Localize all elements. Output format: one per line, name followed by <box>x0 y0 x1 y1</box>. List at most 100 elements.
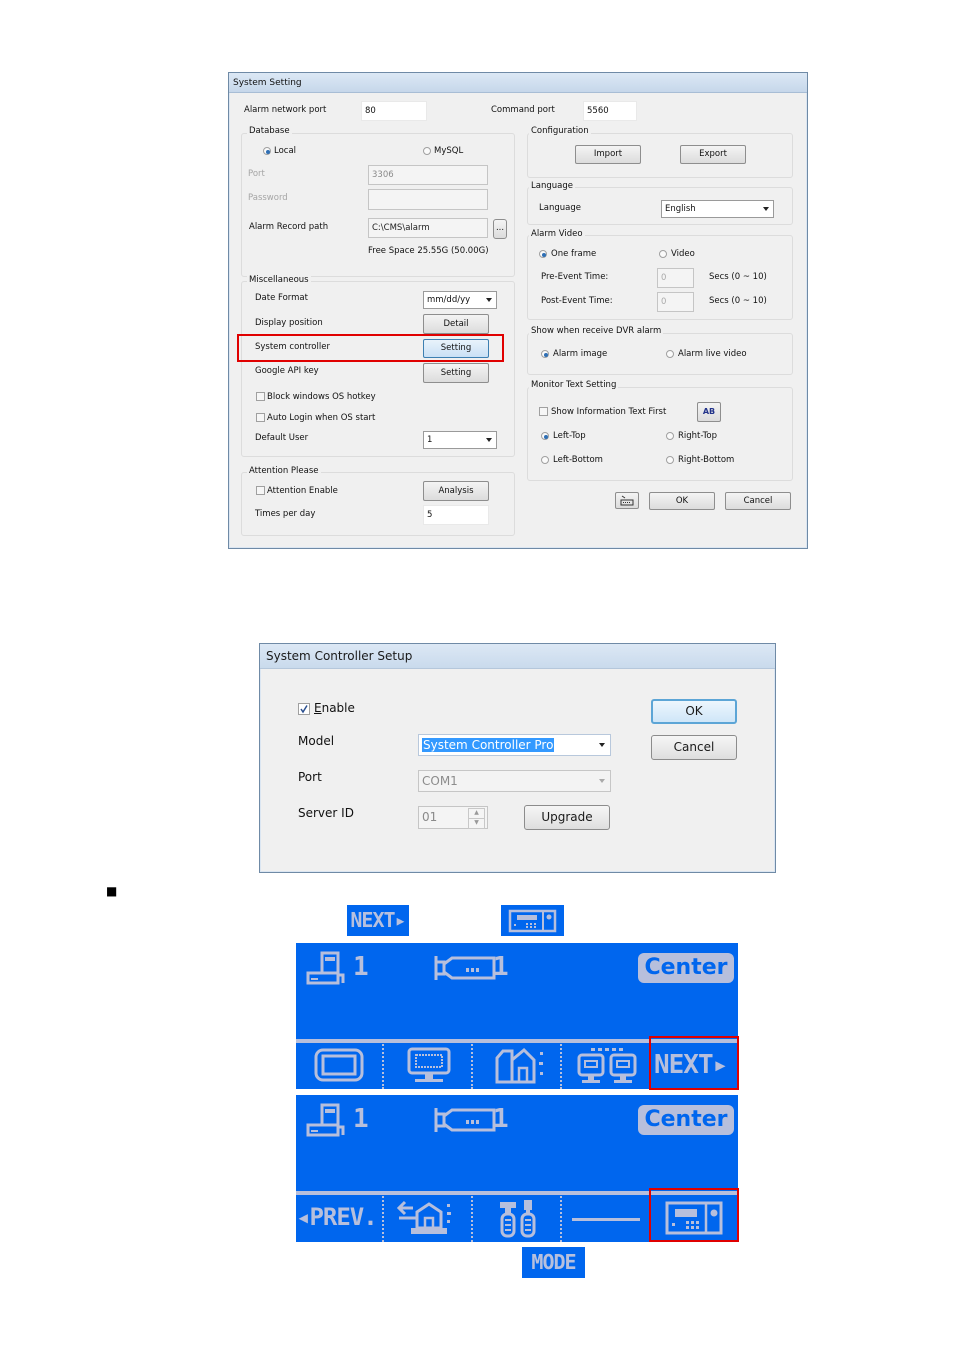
controller-key-badge <box>501 905 564 936</box>
local-radio[interactable] <box>263 147 271 155</box>
block-hotkey-label: Block windows OS hotkey <box>267 392 376 402</box>
server-id-value: 01 <box>422 810 438 824</box>
softkey-separator <box>560 1041 562 1089</box>
export-button[interactable]: Export <box>680 145 746 164</box>
chevron-down-icon <box>599 779 605 783</box>
controller-icon <box>508 909 557 933</box>
times-per-day-input[interactable]: 5 <box>423 505 489 525</box>
checkmark-icon <box>300 705 308 714</box>
left-bottom-radio[interactable] <box>541 456 549 464</box>
dialog-title: System Controller Setup <box>260 644 775 669</box>
times-per-day-label: Times per day <box>255 509 316 519</box>
mysql-radio-label: MySQL <box>434 146 464 156</box>
date-format-select[interactable]: mm/dd/yy <box>423 291 497 309</box>
alarm-image-radio[interactable] <box>541 350 549 358</box>
database-group-title: Database <box>247 126 292 136</box>
enable-checkbox[interactable] <box>298 703 310 715</box>
configuration-group <box>527 133 793 178</box>
port-label: Port <box>298 770 322 784</box>
date-format-label: Date Format <box>255 293 308 303</box>
controller-softkey-highlight <box>649 1188 739 1242</box>
camera-count: 1 <box>493 952 509 982</box>
dialog-title: System Setting <box>229 73 807 93</box>
command-port-input[interactable]: 5560 <box>583 101 637 121</box>
left-top-radio[interactable] <box>541 432 549 440</box>
softkey-prev[interactable]: ◂PREV. <box>296 1205 378 1229</box>
system-controller-label: System controller <box>255 342 330 352</box>
twin-monitors-icon[interactable] <box>577 1046 637 1086</box>
db-password-label: Password <box>248 193 288 203</box>
port-select[interactable]: COM1 <box>418 770 611 792</box>
one-frame-radio[interactable] <box>539 250 547 258</box>
dvr-count: 1 <box>353 1104 369 1134</box>
google-api-key-setting-button[interactable]: Setting <box>423 363 489 383</box>
next-key-badge: NEXT▸ <box>347 905 409 936</box>
chevron-down-icon <box>599 743 605 747</box>
server-id-spinner[interactable]: 01 ▲ ▼ <box>418 806 488 829</box>
miscellaneous-group-title: Miscellaneous <box>247 275 311 285</box>
local-radio-label: Local <box>274 146 297 156</box>
db-password-input[interactable] <box>368 189 488 210</box>
import-button[interactable]: Import <box>575 145 641 164</box>
model-select[interactable]: System Controller Pro <box>418 734 611 756</box>
center-tag: Center <box>638 1105 734 1135</box>
ok-button[interactable]: OK <box>649 492 715 510</box>
video-label: Video <box>671 249 695 259</box>
post-event-unit: Secs (0 ~ 10) <box>709 296 767 306</box>
keyboard-button[interactable] <box>615 492 639 509</box>
monitor-text-group-title: Monitor Text Setting <box>529 380 619 390</box>
language-label: Language <box>539 203 581 213</box>
cancel-button[interactable]: Cancel <box>725 492 791 510</box>
default-user-select[interactable]: 1 <box>423 431 497 449</box>
softkey-blank <box>572 1218 640 1221</box>
db-port-input[interactable]: 3306 <box>368 165 488 185</box>
spin-down-icon[interactable]: ▼ <box>468 818 485 829</box>
bullet-marker: ■ <box>106 884 118 898</box>
language-value: English <box>665 204 696 214</box>
alarm-live-video-radio[interactable] <box>666 350 674 358</box>
default-user-value: 1 <box>427 435 433 445</box>
alarm-house-icon[interactable] <box>494 1046 548 1086</box>
attention-enable-checkbox[interactable] <box>256 486 265 495</box>
show-info-first-checkbox[interactable] <box>539 407 548 416</box>
auto-login-checkbox[interactable] <box>256 413 265 422</box>
font-settings-button[interactable]: AB <box>697 402 721 422</box>
display-position-detail-button[interactable]: Detail <box>423 314 489 334</box>
show-info-first-label: Show Information Text First <box>551 407 667 417</box>
block-hotkey-checkbox[interactable] <box>256 392 265 401</box>
one-frame-label: One frame <box>551 249 597 259</box>
softkey-separator <box>382 1193 384 1242</box>
left-bottom-label: Left-Bottom <box>553 455 603 465</box>
pre-event-input[interactable]: 0 <box>657 268 694 288</box>
mysql-radio[interactable] <box>423 147 431 155</box>
server-id-label: Server ID <box>298 806 354 820</box>
date-format-value: mm/dd/yy <box>427 295 471 305</box>
chevron-down-icon <box>763 207 769 211</box>
video-radio[interactable] <box>659 250 667 258</box>
browse-path-button[interactable]: ... <box>493 219 507 239</box>
monitor-icon[interactable] <box>313 1047 365 1083</box>
analysis-button[interactable]: Analysis <box>423 481 489 501</box>
keyboard-monitor-icon[interactable] <box>406 1046 452 1086</box>
language-select[interactable]: English <box>661 200 774 218</box>
alarm-network-port-input[interactable]: 80 <box>361 101 427 121</box>
alarm-live-video-label: Alarm live video <box>678 349 747 359</box>
cancel-button[interactable]: Cancel <box>651 735 737 760</box>
center-tag: Center <box>638 953 734 983</box>
ok-button[interactable]: OK <box>651 699 737 724</box>
mode-key-badge: MODE <box>522 1247 585 1278</box>
model-value: System Controller Pro <box>422 738 555 752</box>
right-top-radio[interactable] <box>666 432 674 440</box>
alarm-record-path-label: Alarm Record path <box>249 222 329 232</box>
upgrade-button[interactable]: Upgrade <box>524 805 610 830</box>
post-event-input[interactable]: 0 <box>657 292 694 312</box>
right-bottom-radio[interactable] <box>666 456 674 464</box>
tools-icon[interactable] <box>498 1198 538 1238</box>
enable-label: Enable <box>314 701 355 715</box>
camera-count: 1 <box>493 1104 509 1134</box>
alarm-siren-icon[interactable] <box>397 1198 455 1238</box>
command-port-label: Command port <box>491 105 555 115</box>
alarm-record-path-input[interactable]: C:\CMS\alarm <box>368 218 488 238</box>
pre-event-label: Pre-Event Time: <box>541 272 609 282</box>
system-controller-setting-button[interactable]: Setting <box>423 339 489 358</box>
